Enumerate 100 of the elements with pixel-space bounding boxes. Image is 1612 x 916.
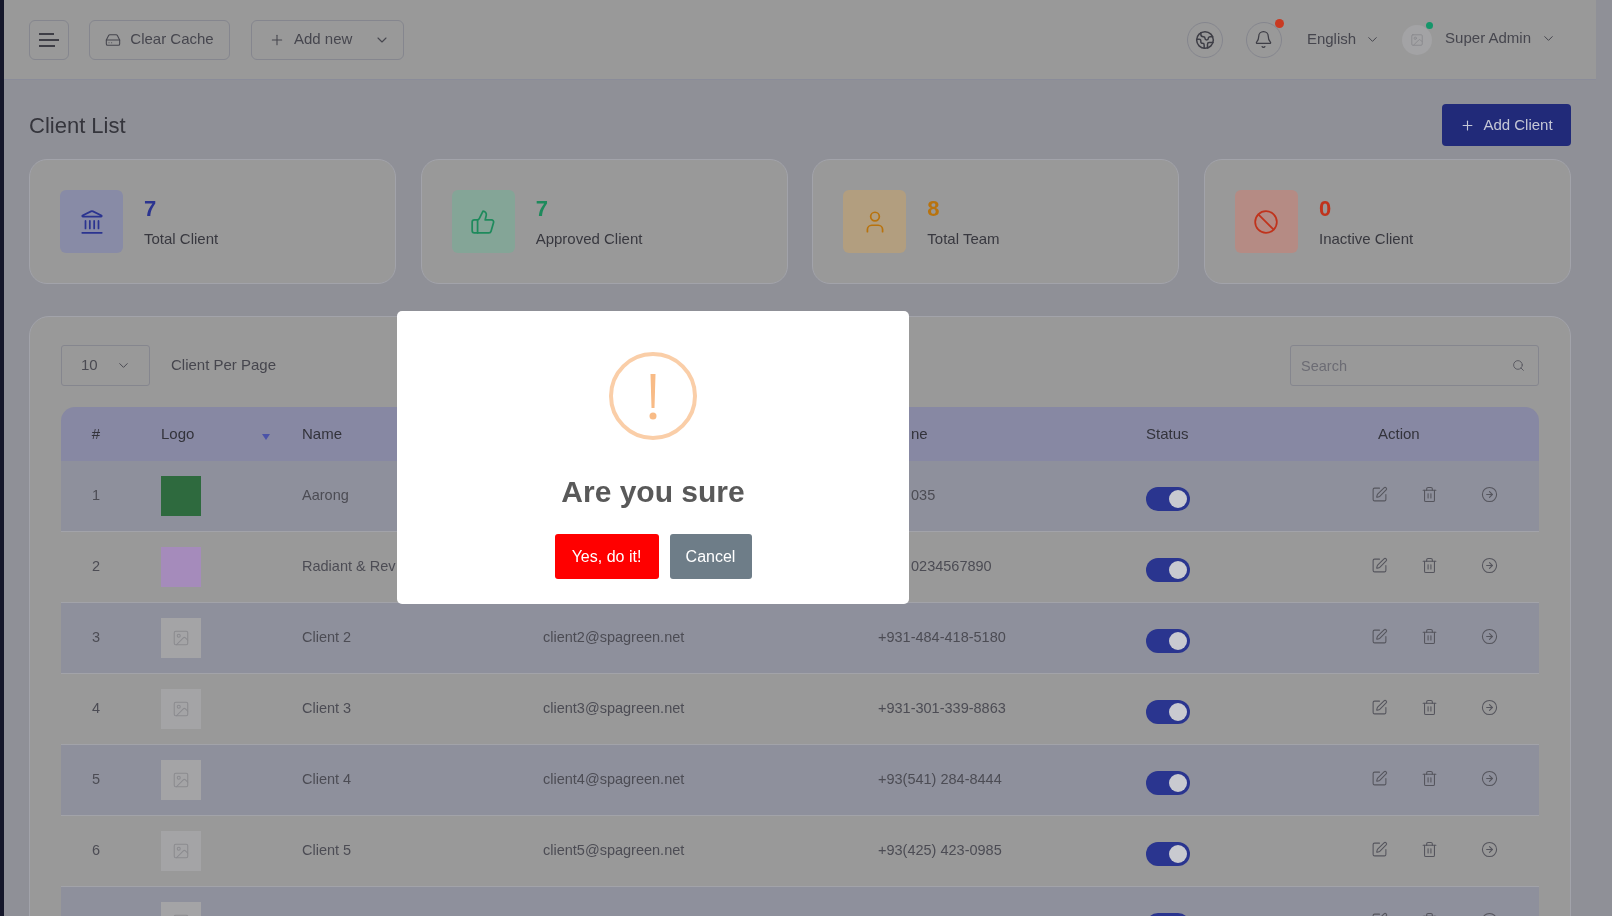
trash-icon [1421, 698, 1438, 716]
menu-icon [39, 32, 59, 47]
arrow-circle-button[interactable] [1481, 769, 1498, 787]
arrow-circle-button[interactable] [1481, 698, 1498, 716]
table-cell-text: client5@spagreen.net [543, 841, 685, 861]
table-cell-text: client3@spagreen.net [543, 699, 685, 719]
image-icon [1410, 32, 1425, 47]
table-cell-text: Aarong [302, 486, 349, 506]
delete-button[interactable] [1421, 840, 1438, 858]
table-cell-text: 6 [91, 841, 101, 861]
edit-button[interactable] [1371, 627, 1388, 645]
column-header: Action [1378, 423, 1420, 444]
add-new-dropdown[interactable]: Add new [251, 19, 404, 60]
plus-icon [1460, 117, 1476, 133]
search-icon [1512, 359, 1525, 372]
stat-label: Total Team [927, 228, 1000, 249]
hard-drive-icon [105, 31, 122, 48]
globe-icon [1194, 29, 1215, 50]
delete-button[interactable] [1421, 627, 1438, 645]
cancel-button[interactable]: Cancel [669, 534, 752, 579]
arrow-circle-button[interactable] [1481, 485, 1498, 503]
edit-button[interactable] [1371, 556, 1388, 574]
table-cell-text: Client 5 [302, 841, 352, 861]
edit-button[interactable] [1371, 485, 1388, 503]
table-cell-text: +93(541) 284-8444 [878, 770, 1002, 790]
arrow-circle-button[interactable] [1481, 627, 1498, 645]
table-cell-text: 3 [91, 628, 101, 648]
stat-value: 8 [927, 194, 941, 223]
bank-icon [60, 190, 123, 253]
column-header[interactable]: Logo [161, 422, 195, 446]
page-title: Client List [29, 111, 126, 140]
arrow-circle-icon [1481, 627, 1498, 645]
edit-icon [1371, 698, 1388, 716]
edit-icon [1371, 840, 1388, 858]
image-placeholder-icon [161, 831, 201, 871]
edit-button[interactable] [1371, 840, 1388, 858]
delete-button[interactable] [1421, 769, 1438, 787]
warning-icon [609, 352, 697, 440]
delete-button[interactable] [1421, 556, 1438, 574]
image-placeholder-icon [161, 760, 201, 800]
status-toggle[interactable] [1146, 487, 1190, 511]
thumbs-up-icon [451, 190, 515, 253]
status-toggle[interactable] [1146, 842, 1190, 866]
per-page-label: Client Per Page [171, 355, 277, 376]
edit-icon [1371, 769, 1388, 787]
arrow-circle-button[interactable] [1481, 840, 1498, 858]
arrow-circle-button[interactable] [1481, 556, 1498, 574]
image-placeholder-icon [161, 689, 201, 729]
per-page-select[interactable]: 10 [61, 345, 150, 386]
user-menu-dropdown[interactable]: Super Admin [1445, 26, 1556, 50]
table-cell-text: client2@spagreen.net [543, 628, 685, 648]
table-cell-text: 2 [91, 557, 101, 577]
language-dropdown[interactable]: English [1306, 28, 1381, 51]
ban-icon [1234, 190, 1298, 253]
table-cell-text: 035 [911, 486, 936, 506]
avatar[interactable] [1402, 24, 1433, 55]
status-toggle[interactable] [1146, 629, 1190, 653]
delete-button[interactable] [1421, 485, 1438, 503]
column-header: Status [1146, 423, 1189, 444]
trash-icon [1421, 840, 1438, 858]
delete-button[interactable] [1421, 698, 1438, 716]
table-cell-text: +931-484-418-5180 [878, 628, 1006, 648]
status-toggle[interactable] [1146, 558, 1190, 582]
edit-button[interactable] [1371, 698, 1388, 716]
column-header: ne [911, 423, 928, 444]
edit-button[interactable] [1371, 769, 1388, 787]
stat-label: Total Client [144, 228, 219, 249]
column-header: # [91, 423, 101, 444]
arrow-circle-icon [1481, 840, 1498, 858]
stat-value: 0 [1318, 194, 1333, 223]
status-toggle[interactable] [1146, 700, 1190, 724]
trash-icon [1421, 556, 1438, 574]
stat-label: Approved Client [535, 228, 643, 249]
arrow-circle-icon [1481, 698, 1498, 716]
table-cell-text: 4 [91, 699, 101, 719]
add-client-button[interactable]: Add Client [1442, 104, 1571, 146]
table-cell-text: Client 3 [302, 699, 352, 719]
trash-icon [1421, 485, 1438, 503]
clear-cache-button[interactable]: Clear Cache [89, 19, 230, 60]
confirm-button[interactable]: Yes, do it! [554, 534, 659, 579]
table-cell-text: client4@spagreen.net [543, 770, 685, 790]
status-toggle[interactable] [1146, 771, 1190, 795]
table-cell-text: 0234567890 [911, 557, 992, 577]
table-cell-text: +93(425) 423-0985 [878, 841, 1002, 861]
trash-icon [1421, 769, 1438, 787]
sort-descending-icon[interactable] [262, 433, 270, 440]
trash-icon [1421, 627, 1438, 645]
column-header: Name [302, 423, 342, 444]
table-cell-text: Radiant & Rev [302, 557, 396, 577]
image-placeholder-icon [161, 618, 201, 658]
arrow-circle-icon [1481, 485, 1498, 503]
menu-button[interactable] [29, 19, 69, 60]
dialog-title: Are you sure [561, 474, 745, 510]
edit-icon [1371, 627, 1388, 645]
table-cell-text: Client 4 [302, 770, 352, 790]
arrow-circle-icon [1481, 556, 1498, 574]
table-cell-text: +931-301-339-8863 [878, 699, 1006, 719]
edit-icon [1371, 485, 1388, 503]
table-cell-text: 1 [91, 486, 101, 506]
stat-value: 7 [144, 194, 158, 223]
